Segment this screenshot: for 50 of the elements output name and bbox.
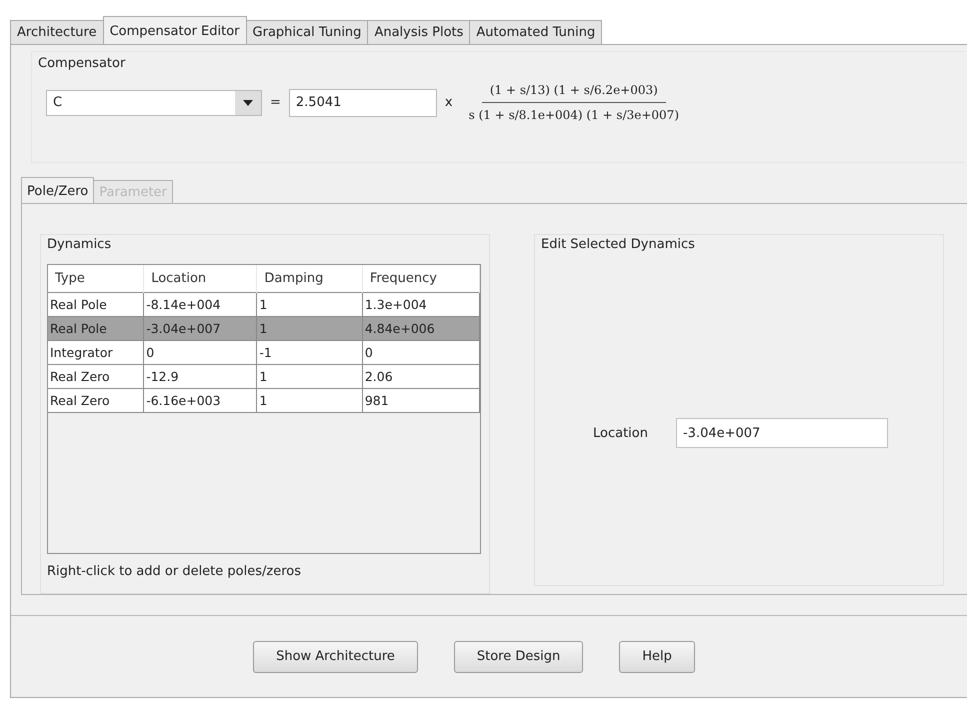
dropdown-arrow-icon <box>243 100 253 106</box>
multiply-sign: x <box>444 95 453 110</box>
table-row[interactable]: Real Pole -8.14e+004 1 1.3e+004 <box>48 292 480 316</box>
table-cell: 1 <box>256 388 362 412</box>
table-cell: 2.06 <box>362 364 480 388</box>
location-field[interactable]: -3.04e+007 <box>676 418 888 448</box>
table-cell: 1.3e+004 <box>362 292 480 316</box>
table-row[interactable]: Real Zero -6.16e+003 1 981 <box>48 388 480 412</box>
column-header[interactable]: Type <box>48 265 144 292</box>
table-row[interactable]: Real Pole -3.04e+007 1 4.84e+006 <box>48 316 480 340</box>
table-cell: 1 <box>256 364 362 388</box>
table-cell: -1 <box>256 340 362 364</box>
tab[interactable]: Architecture <box>10 20 104 44</box>
table-cell: Real Pole <box>48 316 144 340</box>
table-row[interactable]: Integrator 0 -1 0 <box>48 340 480 364</box>
action-button[interactable]: Help <box>619 640 695 672</box>
table-cell: 4.84e+006 <box>362 316 480 340</box>
table-cell: 1 <box>256 292 362 316</box>
group-title: Compensator <box>38 56 126 71</box>
table-cell: Integrator <box>48 340 144 364</box>
table-cell: -12.9 <box>144 364 257 388</box>
table-cell: 1 <box>256 316 362 340</box>
compensator-dropdown[interactable]: C <box>46 90 262 116</box>
action-button[interactable]: Store Design <box>454 640 584 672</box>
table-cell: -6.16e+003 <box>144 388 257 412</box>
gain-field[interactable]: 2.5041 <box>288 88 437 116</box>
table-cell: 0 <box>144 340 257 364</box>
tab[interactable]: Automated Tuning <box>469 20 602 44</box>
table-cell: -3.04e+007 <box>144 316 257 340</box>
table-row[interactable]: Real Zero -12.9 1 2.06 <box>48 364 480 388</box>
table-cell: 981 <box>362 388 480 412</box>
group-title: Edit Selected Dynamics <box>541 237 696 252</box>
column-header[interactable]: Frequency <box>362 265 480 292</box>
numerator: (1 + s/13) (1 + s/6.2e+003) <box>482 83 666 103</box>
tab[interactable]: Pole/Zero <box>21 177 94 203</box>
group-title: Dynamics <box>47 237 112 252</box>
column-header[interactable]: Location <box>144 265 257 292</box>
field-label: Location <box>593 426 648 440</box>
column-header[interactable]: Damping <box>256 265 362 292</box>
table-cell: -8.14e+004 <box>144 292 257 316</box>
tab[interactable]: Compensator Editor <box>102 16 247 44</box>
table-cell: Real Zero <box>48 364 144 388</box>
action-button[interactable]: Show Architecture <box>253 640 418 672</box>
table-cell: Real Zero <box>48 388 144 412</box>
equals-sign: = <box>270 95 281 110</box>
tab[interactable]: Graphical Tuning <box>246 20 368 44</box>
table-cell: 0 <box>362 340 480 364</box>
denominator: s (1 + s/8.1e+004) (1 + s/3e+007) <box>468 107 680 122</box>
tab[interactable]: Analysis Plots <box>367 20 470 44</box>
hint-text: Right-click to add or delete poles/zeros <box>47 564 302 579</box>
